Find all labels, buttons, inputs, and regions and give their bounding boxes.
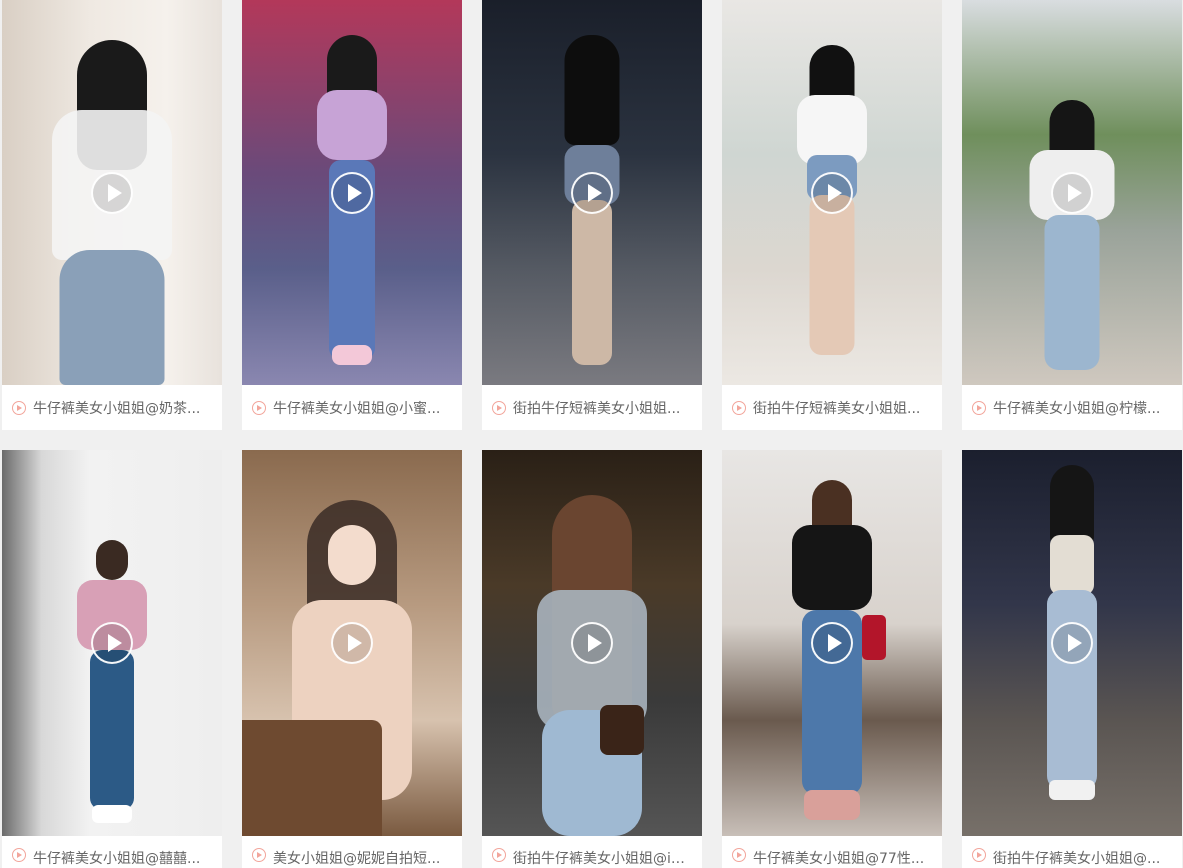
video-caption[interactable]: 街拍牛仔裤美女小姐姐@...: [962, 836, 1182, 868]
video-card[interactable]: 街拍牛仔短裤美女小姐姐...: [482, 0, 702, 430]
small-play-circle-icon: [492, 848, 506, 862]
video-caption[interactable]: 街拍牛仔裤美女小姐姐@in...: [482, 836, 702, 868]
play-circle-icon[interactable]: [91, 622, 133, 664]
video-thumbnail[interactable]: [482, 450, 702, 836]
video-thumbnail[interactable]: [482, 0, 702, 385]
video-caption[interactable]: 街拍牛仔短裤美女小姐姐...: [722, 385, 942, 430]
play-circle-icon[interactable]: [331, 622, 373, 664]
video-thumbnail[interactable]: [2, 450, 222, 836]
small-play-circle-icon: [972, 848, 986, 862]
video-thumbnail[interactable]: [722, 0, 942, 385]
video-caption[interactable]: 牛仔裤美女小姐姐@奶茶...: [2, 385, 222, 430]
video-title[interactable]: 街拍牛仔裤美女小姐姐@in...: [513, 848, 692, 868]
video-caption[interactable]: 牛仔裤美女小姐姐@柠檬...: [962, 385, 1182, 430]
video-caption[interactable]: 街拍牛仔短裤美女小姐姐...: [482, 385, 702, 430]
play-circle-icon[interactable]: [811, 171, 853, 214]
video-card[interactable]: 街拍牛仔裤美女小姐姐@in...: [482, 450, 702, 868]
video-title[interactable]: 牛仔裤美女小姐姐@柠檬...: [993, 398, 1160, 418]
video-card[interactable]: 街拍牛仔短裤美女小姐姐...: [722, 0, 942, 430]
video-card[interactable]: 美女小姐姐@妮妮自拍短...: [242, 450, 462, 868]
play-circle-icon[interactable]: [1051, 171, 1093, 214]
play-circle-icon[interactable]: [571, 622, 613, 664]
video-caption[interactable]: 牛仔裤美女小姐姐@小蜜...: [242, 385, 462, 430]
play-circle-icon[interactable]: [571, 171, 613, 214]
small-play-circle-icon: [732, 400, 746, 415]
video-thumbnail[interactable]: [962, 450, 1182, 836]
video-title[interactable]: 牛仔裤美女小姐姐@奶茶...: [33, 398, 200, 418]
small-play-circle-icon: [252, 848, 266, 862]
video-card[interactable]: 牛仔裤美女小姐姐@77性...: [722, 450, 942, 868]
video-card[interactable]: 牛仔裤美女小姐姐@柠檬...: [962, 0, 1182, 430]
video-thumbnail[interactable]: [2, 0, 222, 385]
video-caption[interactable]: 牛仔裤美女小姐姐@77性...: [722, 836, 942, 868]
play-circle-icon[interactable]: [331, 171, 373, 214]
small-play-circle-icon: [252, 400, 266, 415]
play-circle-icon[interactable]: [91, 171, 133, 214]
video-thumbnail[interactable]: [242, 0, 462, 385]
video-card[interactable]: 牛仔裤美女小姐姐@奶茶...: [2, 0, 222, 430]
small-play-circle-icon: [12, 400, 26, 415]
video-title[interactable]: 美女小姐姐@妮妮自拍短...: [273, 848, 440, 868]
video-thumbnail[interactable]: [722, 450, 942, 836]
video-title[interactable]: 牛仔裤美女小姐姐@囍囍...: [33, 848, 200, 868]
video-thumbnail[interactable]: [962, 0, 1182, 385]
small-play-circle-icon: [972, 400, 986, 415]
small-play-circle-icon: [732, 848, 746, 862]
video-title[interactable]: 街拍牛仔短裤美女小姐姐...: [513, 398, 680, 418]
small-play-circle-icon: [492, 400, 506, 415]
video-title[interactable]: 牛仔裤美女小姐姐@小蜜...: [273, 398, 440, 418]
video-caption[interactable]: 美女小姐姐@妮妮自拍短...: [242, 836, 462, 868]
video-card[interactable]: 牛仔裤美女小姐姐@囍囍...: [2, 450, 222, 868]
video-title[interactable]: 街拍牛仔短裤美女小姐姐...: [753, 398, 920, 418]
video-card[interactable]: 街拍牛仔裤美女小姐姐@...: [962, 450, 1182, 868]
video-title[interactable]: 街拍牛仔裤美女小姐姐@...: [993, 848, 1160, 868]
play-circle-icon[interactable]: [811, 622, 853, 664]
video-caption[interactable]: 牛仔裤美女小姐姐@囍囍...: [2, 836, 222, 868]
video-grid: 牛仔裤美女小姐姐@奶茶... 牛仔裤美女小姐姐@小蜜... 街拍牛仔短裤美女小姐…: [0, 0, 1183, 868]
small-play-circle-icon: [12, 848, 26, 862]
video-title[interactable]: 牛仔裤美女小姐姐@77性...: [753, 848, 924, 868]
play-circle-icon[interactable]: [1051, 622, 1093, 664]
video-card[interactable]: 牛仔裤美女小姐姐@小蜜...: [242, 0, 462, 430]
video-thumbnail[interactable]: [242, 450, 462, 836]
